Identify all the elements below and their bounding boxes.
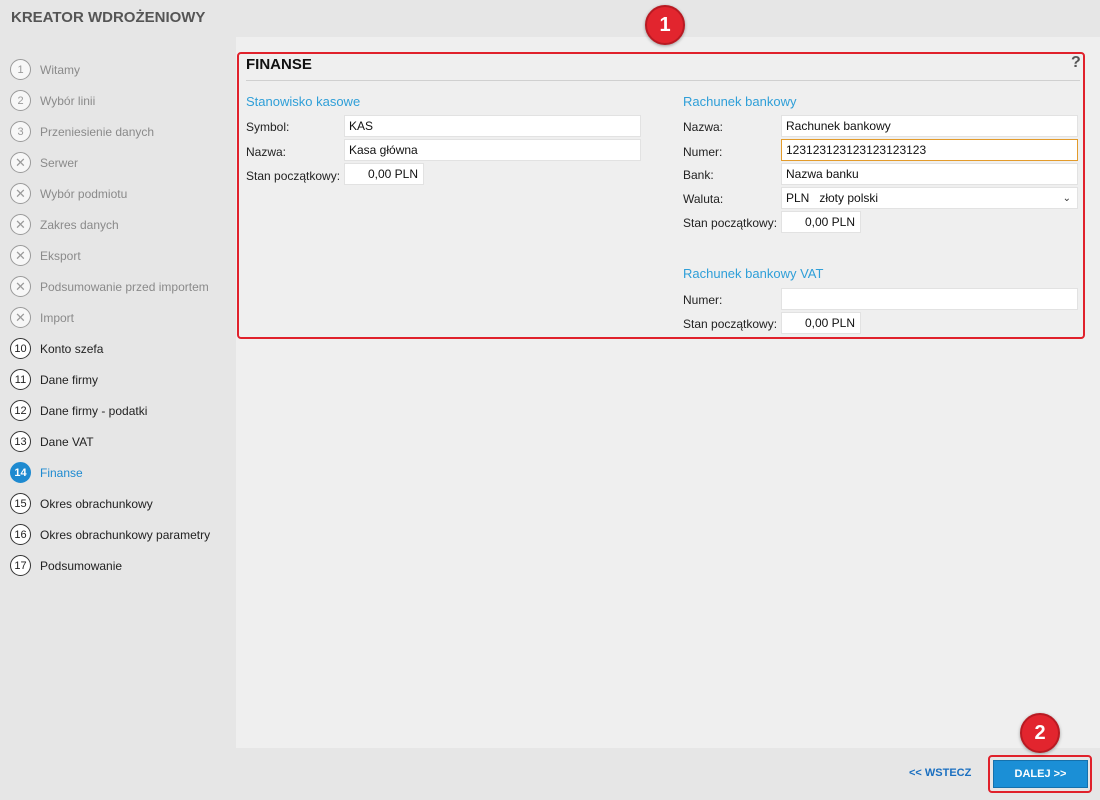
step-item-14[interactable]: 14 Finanse <box>10 457 235 488</box>
step-label: Witamy <box>40 62 80 77</box>
step-label: Wybór linii <box>40 93 96 108</box>
skipped-step-icon: ✕ <box>10 214 31 235</box>
step-number-icon: 15 <box>10 493 31 514</box>
step-number-icon: 14 <box>10 462 31 483</box>
step-label: Konto szefa <box>40 341 104 356</box>
step-item-12[interactable]: 12 Dane firmy - podatki <box>10 395 235 426</box>
step-number-icon: 3 <box>10 121 31 142</box>
skipped-step-icon: ✕ <box>10 183 31 204</box>
step-item-15[interactable]: 15 Okres obrachunkowy <box>10 488 235 519</box>
step-label: Dane VAT <box>40 434 94 449</box>
skipped-step-icon: ✕ <box>10 152 31 173</box>
step-number-icon: 10 <box>10 338 31 359</box>
step-number-icon: 11 <box>10 369 31 390</box>
step-label: Dane firmy - podatki <box>40 403 148 418</box>
step-item-6[interactable]: ✕ Zakres danych <box>10 209 235 240</box>
step-label: Podsumowanie <box>40 558 123 573</box>
step-label: Podsumowanie przed importem <box>40 279 209 294</box>
step-item-9[interactable]: ✕ Import <box>10 302 235 333</box>
step-item-11[interactable]: 11 Dane firmy <box>10 364 235 395</box>
wizard-steps: 1 Witamy 2 Wybór linii 3 Przeniesienie danych… <box>10 54 235 581</box>
step-label: Okres obrachunkowy <box>40 496 153 511</box>
step-item-7[interactable]: ✕ Eksport <box>10 240 235 271</box>
step-number-icon: 16 <box>10 524 31 545</box>
highlight-frame-panel <box>237 52 1085 339</box>
step-item-13[interactable]: 13 Dane VAT <box>10 426 235 457</box>
step-item-2[interactable]: 2 Wybór linii <box>10 85 235 116</box>
highlight-frame-next <box>988 755 1092 793</box>
step-item-5[interactable]: ✕ Wybór podmiotu <box>10 178 235 209</box>
step-label: Okres obrachunkowy parametry <box>40 527 211 542</box>
back-button[interactable]: << WSTECZ <box>909 767 971 779</box>
step-item-8[interactable]: ✕ Podsumowanie przed importem <box>10 271 235 302</box>
skipped-step-icon: ✕ <box>10 276 31 297</box>
skipped-step-icon: ✕ <box>10 245 31 266</box>
step-number-icon: 12 <box>10 400 31 421</box>
step-item-4[interactable]: ✕ Serwer <box>10 147 235 178</box>
step-number-icon: 13 <box>10 431 31 452</box>
step-item-3[interactable]: 3 Przeniesienie danych <box>10 116 235 147</box>
step-label: Przeniesienie danych <box>40 124 155 139</box>
callout-badge-1: 1 <box>645 5 685 45</box>
step-item-1[interactable]: 1 Witamy <box>10 54 235 85</box>
step-number-icon: 17 <box>10 555 31 576</box>
step-label: Serwer <box>40 155 79 170</box>
step-number-icon: 2 <box>10 90 31 111</box>
step-number-icon: 1 <box>10 59 31 80</box>
step-label: Finanse <box>40 465 83 480</box>
step-label: Wybór podmiotu <box>40 186 128 201</box>
step-label: Eksport <box>40 248 81 263</box>
app-title: KREATOR WDROŻENIOWY <box>11 9 206 26</box>
step-item-17[interactable]: 17 Podsumowanie <box>10 550 235 581</box>
skipped-step-icon: ✕ <box>10 307 31 328</box>
step-item-16[interactable]: 16 Okres obrachunkowy parametry <box>10 519 235 550</box>
step-label: Dane firmy <box>40 372 99 387</box>
step-label: Zakres danych <box>40 217 119 232</box>
step-item-10[interactable]: 10 Konto szefa <box>10 333 235 364</box>
step-label: Import <box>40 310 75 325</box>
callout-badge-2: 2 <box>1020 713 1060 753</box>
